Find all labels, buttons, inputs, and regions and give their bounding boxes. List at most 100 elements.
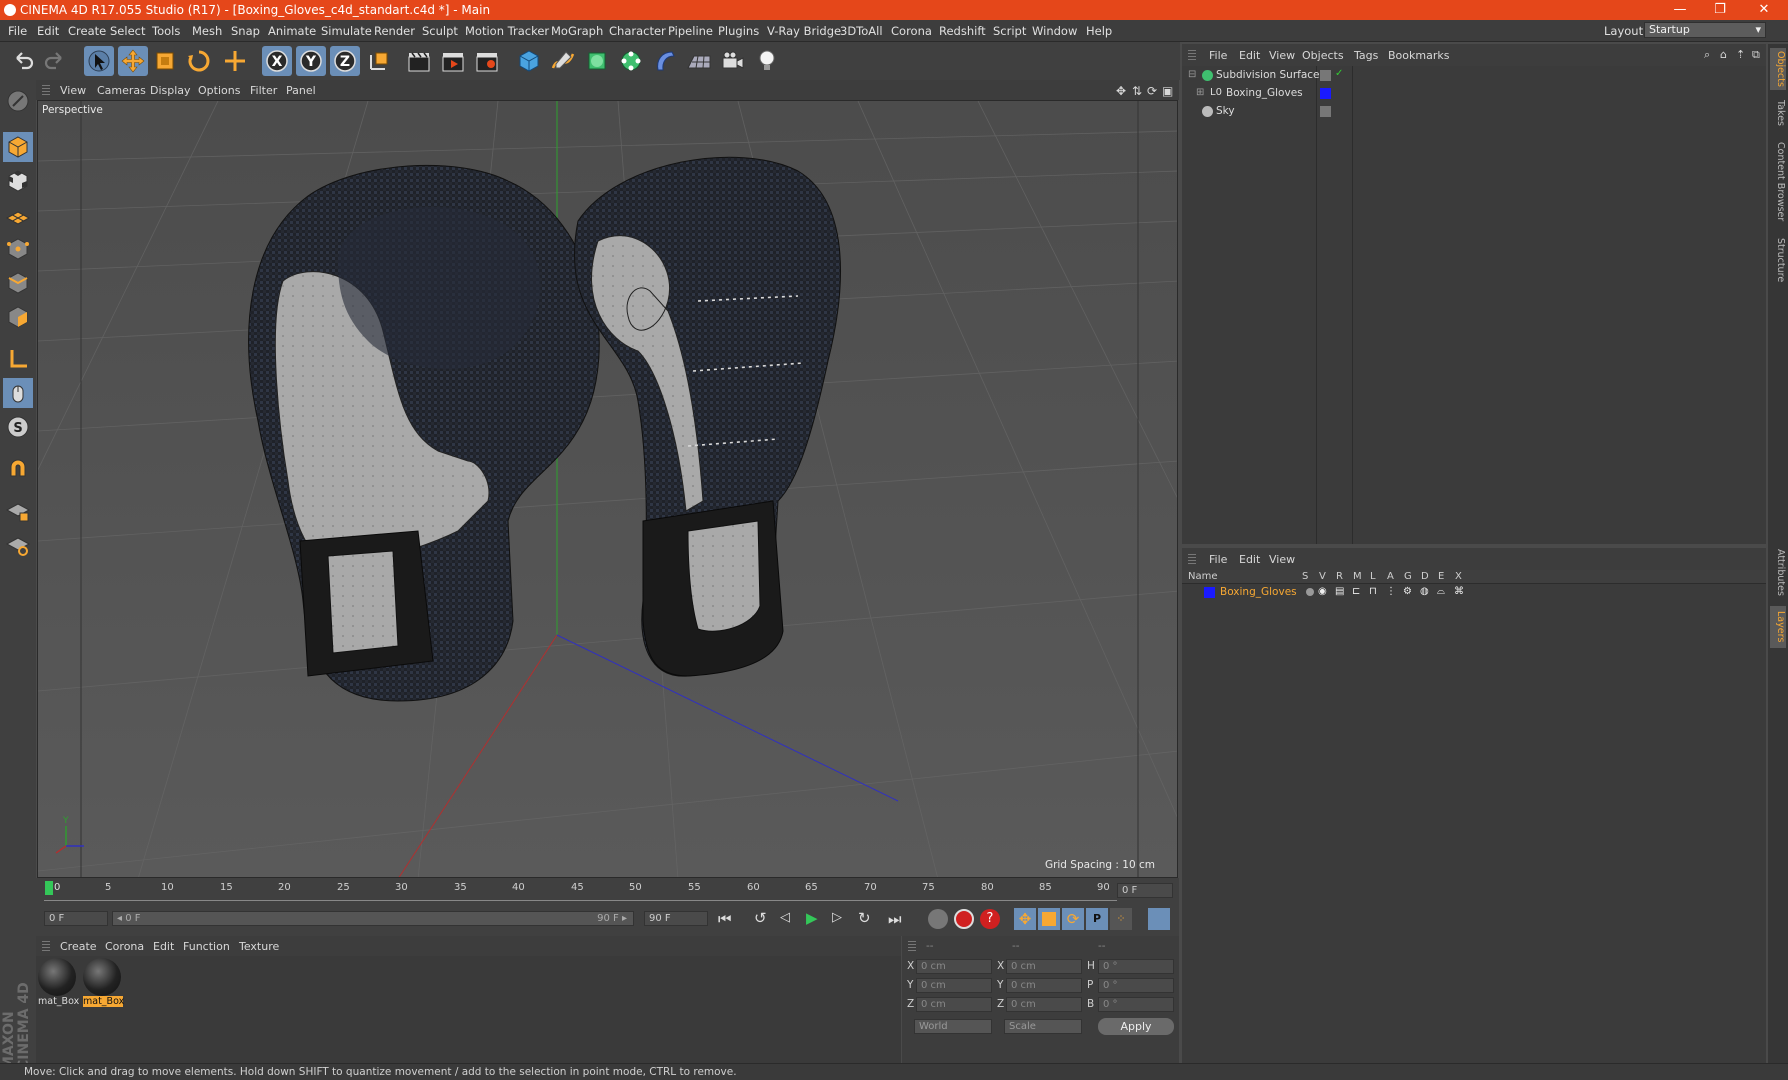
menu-edit[interactable]: Edit bbox=[37, 24, 59, 38]
om-menu-tags[interactable]: Tags bbox=[1354, 49, 1378, 62]
menu-3dtoall[interactable]: 3DToAll bbox=[840, 24, 883, 38]
lm-menu-edit[interactable]: Edit bbox=[1239, 553, 1260, 566]
menu-render[interactable]: Render bbox=[374, 24, 415, 38]
size-x-field[interactable]: 0 cm bbox=[1006, 959, 1082, 974]
viewport-menu-view[interactable]: View bbox=[60, 84, 86, 97]
menu-tools[interactable]: Tools bbox=[152, 24, 180, 38]
timeline-window-icon[interactable] bbox=[1148, 908, 1170, 930]
menu-simulate[interactable]: Simulate bbox=[321, 24, 372, 38]
viewport-menu-options[interactable]: Options bbox=[198, 84, 240, 97]
drag-grip-icon[interactable] bbox=[42, 941, 50, 951]
drag-grip-icon[interactable] bbox=[908, 941, 916, 951]
coordinate-system-button[interactable] bbox=[364, 46, 394, 76]
menu-mograph[interactable]: MoGraph bbox=[551, 24, 603, 38]
pos-y-field[interactable]: 0 cm bbox=[916, 978, 992, 993]
maximize-button[interactable]: ❐ bbox=[1700, 0, 1740, 20]
axis-mode-button[interactable] bbox=[3, 344, 33, 374]
menu-window[interactable]: Window bbox=[1032, 24, 1077, 38]
menu-sculpt[interactable]: Sculpt bbox=[422, 24, 458, 38]
y-axis-lock[interactable]: Y bbox=[296, 46, 326, 76]
drag-grip-icon[interactable] bbox=[1188, 50, 1196, 60]
object-row[interactable]: ⊟ Subdivision Surface ✓ bbox=[1182, 68, 1766, 84]
menu-vray-bridge[interactable]: V-Ray Bridge bbox=[767, 24, 841, 38]
size-mode-dropdown[interactable]: Scale bbox=[1004, 1019, 1082, 1034]
menu-character[interactable]: Character bbox=[609, 24, 666, 38]
key-scale-icon[interactable] bbox=[1038, 908, 1060, 930]
render-to-picture-viewer-button[interactable] bbox=[438, 46, 468, 76]
viewport-move-icon[interactable]: ✥ bbox=[1116, 84, 1126, 98]
viewport-menu-cameras[interactable]: Cameras bbox=[97, 84, 146, 97]
record-keys-icon[interactable] bbox=[928, 909, 948, 929]
add-floor-button[interactable] bbox=[684, 46, 714, 76]
om-menu-edit[interactable]: Edit bbox=[1239, 49, 1260, 62]
next-frame-icon[interactable]: ▷ bbox=[832, 910, 842, 925]
key-rotation-icon[interactable]: ⟳ bbox=[1062, 908, 1084, 930]
magnet-button[interactable] bbox=[3, 454, 33, 484]
viewport-maximize-icon[interactable]: ▣ bbox=[1162, 84, 1173, 98]
menu-plugins[interactable]: Plugins bbox=[718, 24, 759, 38]
previous-frame-icon[interactable]: ◁ bbox=[780, 910, 790, 925]
add-array-button[interactable] bbox=[616, 46, 646, 76]
pos-x-field[interactable]: 0 cm bbox=[916, 959, 992, 974]
menu-redshift[interactable]: Redshift bbox=[939, 24, 986, 38]
render-settings-button[interactable] bbox=[472, 46, 502, 76]
object-row[interactable]: Sky bbox=[1182, 104, 1766, 120]
layer-row[interactable]: Boxing_Gloves ◉ ▤ ⊏ ⊓ ⋮ ⚙ ◍ ⌓ ⌘ bbox=[1182, 585, 1766, 600]
rotate-tool[interactable] bbox=[184, 46, 214, 76]
tab-structure[interactable]: Structure bbox=[1770, 234, 1786, 286]
up-arrow-icon[interactable]: ⇡ bbox=[1736, 48, 1745, 61]
material-menu-texture[interactable]: Texture bbox=[239, 940, 279, 953]
enabled-check-icon[interactable]: ✓ bbox=[1335, 68, 1343, 79]
add-cube-button[interactable] bbox=[514, 46, 544, 76]
menu-script[interactable]: Script bbox=[993, 24, 1026, 38]
material-menu-function[interactable]: Function bbox=[183, 940, 230, 953]
polygons-mode-button[interactable] bbox=[3, 302, 33, 332]
lm-menu-file[interactable]: File bbox=[1209, 553, 1227, 566]
tab-takes[interactable]: Takes bbox=[1770, 96, 1786, 130]
playhead[interactable] bbox=[45, 881, 53, 895]
size-z-field[interactable]: 0 cm bbox=[1006, 997, 1082, 1012]
tweak-mode-button[interactable] bbox=[3, 378, 33, 408]
search-icon[interactable]: ⌕ bbox=[1704, 48, 1710, 62]
lm-menu-view[interactable]: View bbox=[1269, 553, 1295, 566]
menu-create[interactable]: Create bbox=[68, 24, 106, 38]
next-keyframe-icon[interactable]: ↻ bbox=[858, 909, 871, 927]
current-frame-field[interactable]: 0 F bbox=[1117, 883, 1173, 898]
menu-mesh[interactable]: Mesh bbox=[192, 24, 222, 38]
texture-mode-button[interactable] bbox=[3, 166, 33, 196]
perspective-viewport[interactable]: Y Perspective Grid Spacing : 10 cm bbox=[37, 100, 1178, 878]
model-mode-button[interactable] bbox=[3, 132, 33, 162]
minimize-button[interactable]: — bbox=[1660, 0, 1700, 20]
snap-button[interactable]: S bbox=[3, 412, 33, 442]
layer-color-swatch[interactable] bbox=[1320, 88, 1331, 99]
viewport-menu-panel[interactable]: Panel bbox=[286, 84, 316, 97]
pos-z-field[interactable]: 0 cm bbox=[916, 997, 992, 1012]
make-editable-button[interactable] bbox=[3, 86, 33, 116]
play-icon[interactable]: ▶ bbox=[806, 909, 818, 927]
size-y-field[interactable]: 0 cm bbox=[1006, 978, 1082, 993]
scale-tool[interactable] bbox=[150, 46, 180, 76]
start-frame-field[interactable]: 0 F bbox=[44, 911, 108, 926]
end-frame-field[interactable]: 90 F bbox=[644, 911, 708, 926]
timeline-ruler[interactable]: 0 5 10 15 20 25 30 35 40 45 50 55 60 65 … bbox=[36, 878, 1179, 902]
tab-layers[interactable]: Layers bbox=[1770, 606, 1786, 648]
layout-dropdown[interactable]: Startup ▾ bbox=[1644, 22, 1766, 38]
material-menu-create[interactable]: Create bbox=[60, 940, 97, 953]
render-icon[interactable]: ▤ bbox=[1335, 586, 1344, 597]
workplane-lock-button[interactable] bbox=[3, 496, 33, 526]
menu-pipeline[interactable]: Pipeline bbox=[668, 24, 713, 38]
go-to-start-icon[interactable]: ⏮ bbox=[718, 910, 732, 928]
new-window-icon[interactable]: ⧉ bbox=[1752, 48, 1760, 62]
material-menu-edit[interactable]: Edit bbox=[153, 940, 174, 953]
expression-icon[interactable]: ⌓ bbox=[1437, 586, 1445, 597]
visible-eye-icon[interactable]: ◉ bbox=[1318, 586, 1327, 597]
animation-icon[interactable]: ⋮ bbox=[1386, 586, 1396, 597]
viewport-menu-filter[interactable]: Filter bbox=[250, 84, 277, 97]
add-camera-button[interactable] bbox=[718, 46, 748, 76]
generator-icon[interactable]: ⚙ bbox=[1403, 586, 1412, 597]
drag-grip-icon[interactable] bbox=[1188, 554, 1196, 564]
rot-b-field[interactable]: 0 ° bbox=[1098, 997, 1174, 1012]
tab-attributes[interactable]: Attributes bbox=[1770, 544, 1786, 600]
redo-button[interactable] bbox=[40, 46, 70, 76]
workplane-align-button[interactable] bbox=[3, 530, 33, 560]
